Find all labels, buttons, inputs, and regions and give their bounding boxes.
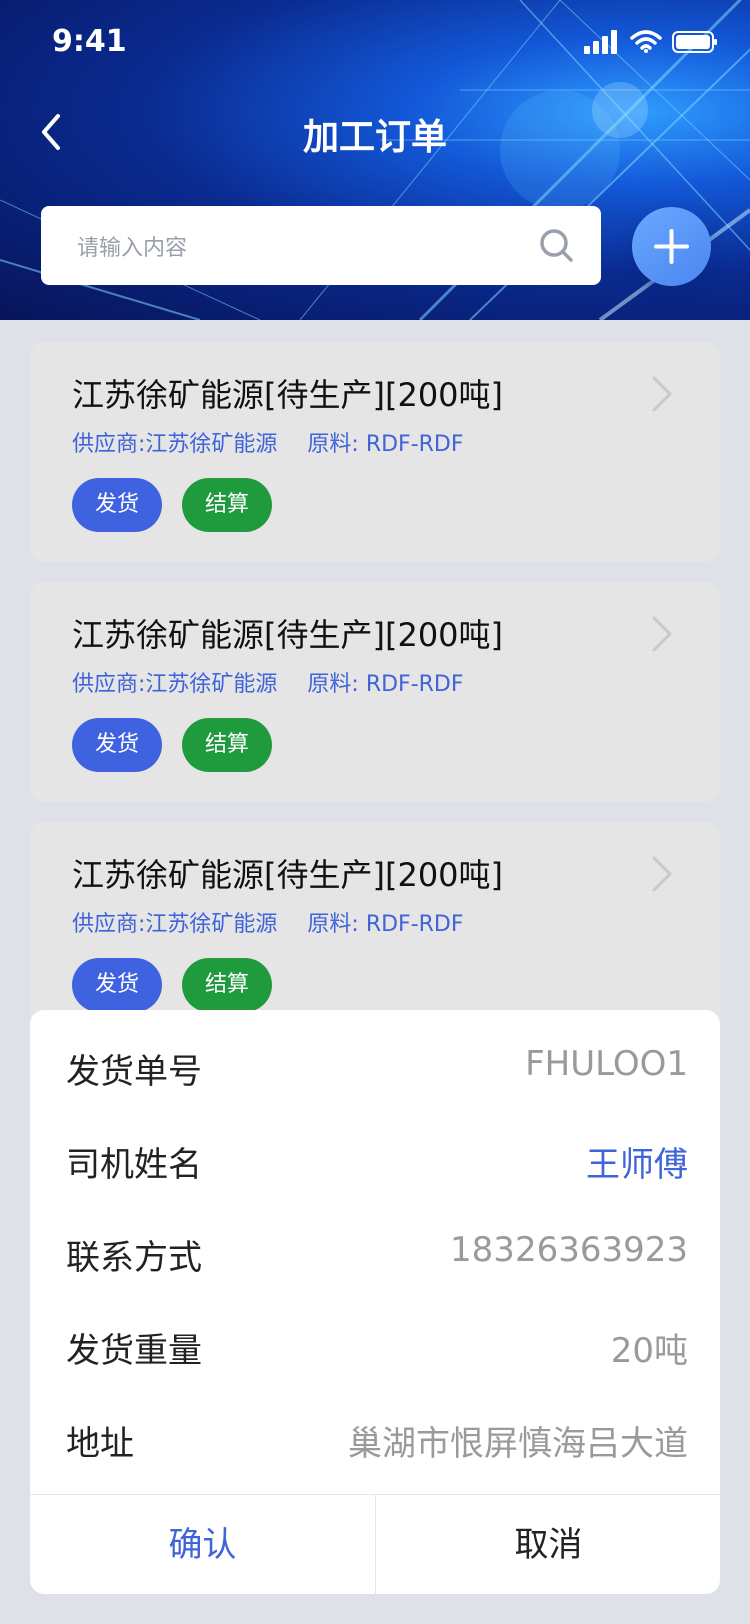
weight-label: 发货重量 xyxy=(66,1331,202,1371)
driver-name-row: 司机姓名 王师傅 xyxy=(66,1113,688,1205)
ship-button[interactable]: 发货 xyxy=(72,478,162,532)
plus-icon xyxy=(654,229,689,264)
address-row: 地址 巢湖市恨屏慎海吕大道 xyxy=(66,1392,688,1484)
settle-button[interactable]: 结算 xyxy=(182,478,272,532)
search-input[interactable]: 请输入内容 xyxy=(41,206,601,285)
status-icons xyxy=(584,30,718,54)
confirm-button[interactable]: 确认 xyxy=(30,1495,375,1594)
shipment-dialog: 发货单号 FHULOO1 司机姓名 王师傅 联系方式 18326363923 发… xyxy=(30,1010,720,1594)
dialog-actions: 确认 取消 xyxy=(30,1494,720,1594)
order-material: 原料: RDF-RDF xyxy=(307,432,464,457)
contact-row: 联系方式 18326363923 xyxy=(66,1206,688,1298)
settle-button[interactable]: 结算 xyxy=(182,958,272,1012)
ship-button[interactable]: 发货 xyxy=(72,958,162,1012)
weight-value: 20吨 xyxy=(610,1331,688,1371)
order-card[interactable]: 江苏徐矿能源[待生产][200吨] 供应商:江苏徐矿能源 原料: RDF-RDF … xyxy=(30,822,720,1042)
order-title: 江苏徐矿能源[待生产][200吨] xyxy=(72,376,504,414)
wifi-icon xyxy=(630,30,662,53)
order-supplier: 供应商:江苏徐矿能源 xyxy=(72,432,278,457)
order-material: 原料: RDF-RDF xyxy=(307,672,464,697)
contact-label: 联系方式 xyxy=(66,1238,202,1278)
status-time: 9:41 xyxy=(52,24,127,59)
cancel-button[interactable]: 取消 xyxy=(375,1495,720,1594)
order-card[interactable]: 江苏徐矿能源[待生产][200吨] 供应商:江苏徐矿能源 原料: RDF-RDF … xyxy=(30,342,720,562)
battery-icon xyxy=(672,31,717,53)
search-placeholder: 请输入内容 xyxy=(77,236,188,261)
status-bar: 9:41 xyxy=(0,0,750,88)
weight-row: 发货重量 20吨 xyxy=(66,1299,688,1391)
signal-icon xyxy=(584,30,617,54)
driver-name-label: 司机姓名 xyxy=(66,1145,202,1185)
address-value: 巢湖市恨屏慎海吕大道 xyxy=(348,1424,688,1464)
ship-button[interactable]: 发货 xyxy=(72,718,162,772)
order-title: 江苏徐矿能源[待生产][200吨] xyxy=(72,856,504,894)
order-card[interactable]: 江苏徐矿能源[待生产][200吨] 供应商:江苏徐矿能源 原料: RDF-RDF … xyxy=(30,582,720,802)
chevron-right-icon[interactable] xyxy=(648,372,678,416)
page-title: 加工订单 xyxy=(302,117,447,158)
order-meta: 供应商:江苏徐矿能源 原料: RDF-RDF xyxy=(72,906,464,938)
nav-bar: 加工订单 xyxy=(0,96,750,168)
chevron-right-icon[interactable] xyxy=(648,612,678,656)
order-supplier: 供应商:江苏徐矿能源 xyxy=(72,672,278,697)
chevron-right-icon[interactable] xyxy=(648,852,678,896)
driver-name-value[interactable]: 王师傅 xyxy=(586,1137,688,1186)
search-icon[interactable] xyxy=(537,226,577,266)
order-supplier: 供应商:江苏徐矿能源 xyxy=(72,912,278,937)
settle-button[interactable]: 结算 xyxy=(182,718,272,772)
order-meta: 供应商:江苏徐矿能源 原料: RDF-RDF xyxy=(72,666,464,698)
shipment-number-row: 发货单号 FHULOO1 xyxy=(66,1020,688,1112)
shipment-number-value: FHULOO1 xyxy=(525,1044,688,1084)
order-material: 原料: RDF-RDF xyxy=(307,912,464,937)
shipment-number-label: 发货单号 xyxy=(66,1052,202,1092)
order-meta: 供应商:江苏徐矿能源 原料: RDF-RDF xyxy=(72,426,464,458)
contact-value: 18326363923 xyxy=(450,1230,688,1270)
address-label: 地址 xyxy=(66,1424,134,1464)
order-title: 江苏徐矿能源[待生产][200吨] xyxy=(72,616,504,654)
add-order-button[interactable] xyxy=(632,207,711,286)
